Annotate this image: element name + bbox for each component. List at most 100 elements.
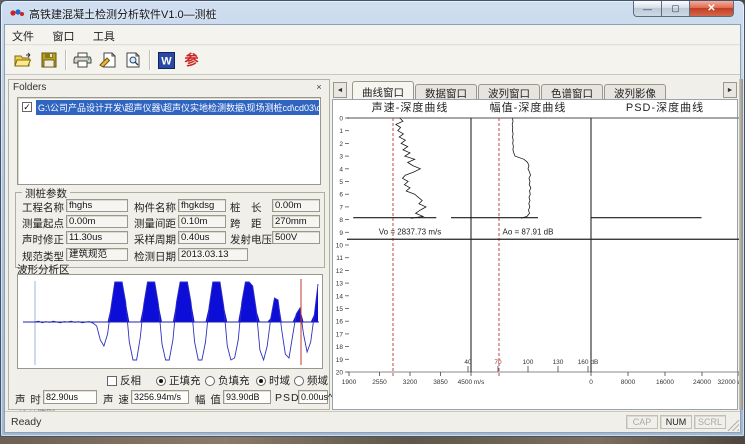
print-setup-button[interactable] <box>95 48 120 72</box>
app-icon <box>10 6 25 19</box>
time-domain-radio[interactable] <box>256 376 266 386</box>
invert-option[interactable]: 反相 <box>107 373 141 388</box>
svg-text:20: 20 <box>336 370 344 377</box>
toolbar-separator <box>149 50 150 70</box>
param-label: 测量起点 <box>22 216 64 231</box>
tab-strip: ◄ 曲线窗口 数据窗口 波列窗口 色谱窗口 波列影像 ► <box>332 79 743 99</box>
resize-grip[interactable] <box>727 419 739 431</box>
param-field[interactable]: 0.00m <box>272 199 320 212</box>
menu-tools[interactable]: 工具 <box>86 25 122 44</box>
param-field[interactable]: 建筑规范 <box>66 248 128 261</box>
svg-text:9: 9 <box>339 230 343 237</box>
tab-data-window[interactable]: 数据窗口 <box>415 84 477 99</box>
amplitude-field[interactable]: 93.90dB <box>223 390 271 404</box>
word-export-button[interactable]: W <box>154 48 179 72</box>
folders-pane: Folders × ✓ G:\公司产品设计开发\超声仪器\超声仪实地检测数据\现… <box>8 79 330 410</box>
menu-window[interactable]: 窗口 <box>45 25 81 44</box>
toolbar: W 参 <box>5 46 740 75</box>
list-item[interactable]: ✓ G:\公司产品设计开发\超声仪器\超声仪实地检测数据\现场测桩cd\cd03… <box>19 100 319 114</box>
title-bar[interactable]: 高铁建混凝土检测分析软件V1.0—测桩 — ▢ ✕ <box>1 1 744 24</box>
page-tool-icon <box>99 52 116 68</box>
svg-text:4: 4 <box>339 166 343 173</box>
tab-scroll-right-icon[interactable]: ► <box>723 82 737 98</box>
param-field[interactable]: 270mm <box>272 215 320 228</box>
param-label: 检测日期 <box>134 249 176 264</box>
app-window: 高铁建混凝土检测分析软件V1.0—测桩 — ▢ ✕ 文件 窗口 工具 <box>0 0 745 437</box>
svg-text:Ao = 87.91 dB: Ao = 87.91 dB <box>503 227 554 236</box>
param-field[interactable]: 2013.03.13 <box>178 248 248 261</box>
svg-text:0: 0 <box>339 116 343 123</box>
psd-label: PSD <box>275 392 300 404</box>
svg-text:4500 m/s: 4500 m/s <box>458 379 485 386</box>
open-button[interactable] <box>11 48 36 72</box>
param-label: 发射电压 <box>230 232 272 247</box>
maximize-button[interactable]: ▢ <box>662 1 689 17</box>
pane-right-edge <box>739 79 743 410</box>
params-button[interactable]: 参 <box>179 48 204 72</box>
svg-text:16000: 16000 <box>656 379 674 386</box>
folder-checkbox[interactable]: ✓ <box>22 102 32 112</box>
fill-negative-option[interactable]: 负填充 <box>205 373 250 388</box>
svg-text:声速-深度曲线: 声速-深度曲线 <box>372 100 449 114</box>
param-field[interactable]: fhghs <box>66 199 128 212</box>
svg-text:12: 12 <box>336 268 344 275</box>
sound-time-label: 声 时 <box>15 392 42 407</box>
num-indicator: NUM <box>660 415 692 429</box>
fill-positive-radio[interactable] <box>156 376 166 386</box>
menu-file[interactable]: 文件 <box>5 25 41 44</box>
svg-text:13: 13 <box>336 281 344 288</box>
svg-text:0: 0 <box>589 379 593 386</box>
folders-pane-title: Folders <box>13 82 46 93</box>
svg-text:18: 18 <box>336 344 344 351</box>
svg-text:17: 17 <box>336 331 344 338</box>
tab-spectrum-window[interactable]: 色谱窗口 <box>541 84 603 99</box>
depth-curves-chart: 01234567891011121314151617181920声速-深度曲线1… <box>332 99 738 410</box>
param-field[interactable]: 500V <box>272 231 320 244</box>
pane-close-icon[interactable]: × <box>313 82 325 93</box>
tab-wavetrain-image[interactable]: 波列影像 <box>604 84 666 99</box>
params-char-icon: 参 <box>185 50 199 70</box>
invert-checkbox[interactable] <box>107 376 117 386</box>
print-button[interactable] <box>70 48 95 72</box>
freq-domain-radio[interactable] <box>294 376 304 386</box>
readouts: 声 时 82.90us 声 速 3256.94m/s 幅 值 93.90dB P… <box>9 390 329 405</box>
fill-negative-radio[interactable] <box>205 376 215 386</box>
param-field[interactable]: 0.40us <box>178 231 226 244</box>
param-field[interactable]: 0.00m <box>66 215 128 228</box>
tab-scroll-left-icon[interactable]: ◄ <box>333 82 347 98</box>
client-area: 文件 窗口 工具 <box>4 24 741 433</box>
tab-curve-window[interactable]: 曲线窗口 <box>352 81 414 99</box>
status-bar: Ready CAP NUM SCRL <box>5 411 740 432</box>
tab-wavetrain-window[interactable]: 波列窗口 <box>478 84 540 99</box>
svg-text:16: 16 <box>336 319 344 326</box>
svg-text:15: 15 <box>336 306 344 313</box>
folder-listbox[interactable]: ✓ G:\公司产品设计开发\超声仪器\超声仪实地检测数据\现场测桩cd\cd03… <box>17 97 321 185</box>
param-label: 工程名称 <box>22 200 64 215</box>
svg-text:10: 10 <box>336 243 344 250</box>
minimize-button[interactable]: — <box>633 1 662 17</box>
print-preview-button[interactable] <box>120 48 145 72</box>
folders-pane-header[interactable]: Folders × <box>9 80 329 95</box>
param-field[interactable]: 0.10m <box>178 215 226 228</box>
close-button[interactable]: ✕ <box>689 1 734 17</box>
svg-text:Vo = 2837.73 m/s: Vo = 2837.73 m/s <box>379 227 442 236</box>
sound-time-field[interactable]: 82.90us <box>43 390 97 404</box>
waveform-plot[interactable] <box>17 274 323 369</box>
time-domain-option[interactable]: 时域 <box>256 373 290 388</box>
sound-velocity-field[interactable]: 3256.94m/s <box>131 390 189 404</box>
svg-text:100: 100 <box>523 359 534 366</box>
psd-field[interactable]: 0.00us^2/m <box>298 390 328 404</box>
svg-text:5: 5 <box>339 179 343 186</box>
svg-text:PSD-深度曲线: PSD-深度曲线 <box>626 100 704 114</box>
fill-positive-option[interactable]: 正填充 <box>156 373 201 388</box>
freq-domain-option[interactable]: 频域 <box>294 373 328 388</box>
window-title: 高铁建混凝土检测分析软件V1.0—测桩 <box>29 6 217 22</box>
save-button[interactable] <box>36 48 61 72</box>
sound-velocity-label: 声 速 <box>103 392 130 407</box>
chart-pane: ◄ 曲线窗口 数据窗口 波列窗口 色谱窗口 波列影像 ► 01234567891… <box>332 79 743 410</box>
svg-text:6: 6 <box>339 192 343 199</box>
param-field[interactable]: fhgkdsg <box>178 199 226 212</box>
param-field[interactable]: 11.30us <box>66 231 128 244</box>
toolbar-separator <box>65 50 66 70</box>
folder-path[interactable]: G:\公司产品设计开发\超声仪器\超声仪实地检测数据\现场测桩cd\cd03\c… <box>36 100 319 115</box>
